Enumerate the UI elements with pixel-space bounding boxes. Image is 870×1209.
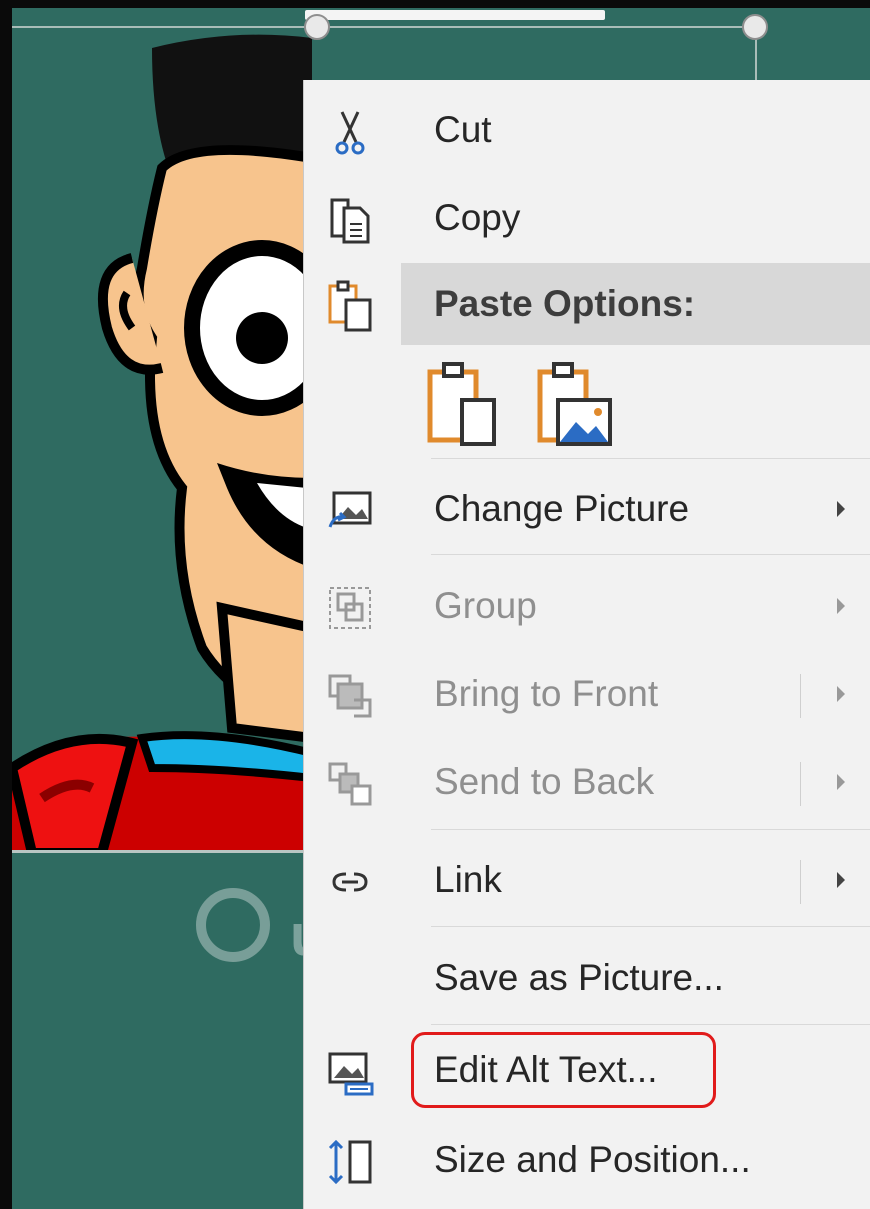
menu-separator <box>431 458 870 459</box>
split-divider <box>800 860 801 904</box>
screen: uantrimang Cut Copy Paste Options: <box>0 0 870 1209</box>
menu-item-label: Cut <box>434 109 492 150</box>
alt-text-icon <box>328 1052 374 1096</box>
split-divider <box>800 674 801 718</box>
window-edge-top <box>0 0 870 8</box>
menu-item-change-picture[interactable]: Change Picture <box>304 469 870 549</box>
menu-item-label: Change Picture <box>434 488 690 529</box>
menu-separator <box>431 829 870 830</box>
menu-separator <box>431 1024 870 1025</box>
menu-item-label: Save as Picture... <box>434 957 724 998</box>
selection-border <box>12 26 752 28</box>
menu-separator <box>431 926 870 927</box>
paste-options-header: Paste Options: <box>401 263 870 345</box>
menu-item-label: Bring to Front <box>434 673 659 714</box>
selection-border-bottom <box>12 850 312 853</box>
scissors-icon <box>335 111 365 155</box>
menu-item-size-and-position[interactable]: Size and Position... <box>304 1120 870 1200</box>
paste-options-label: Paste Options: <box>434 283 696 324</box>
menu-item-group[interactable]: Group <box>304 566 870 646</box>
submenu-arrow-icon <box>837 598 845 614</box>
menu-item-copy[interactable]: Copy <box>304 178 870 258</box>
menu-item-label: Size and Position... <box>434 1139 751 1180</box>
scrollbar[interactable] <box>305 10 605 20</box>
submenu-arrow-icon <box>837 872 845 888</box>
menu-item-send-to-back[interactable]: Send to Back <box>304 742 870 822</box>
menu-item-bring-to-front[interactable]: Bring to Front <box>304 654 870 734</box>
rotation-handle[interactable] <box>742 14 768 40</box>
menu-item-cut[interactable]: Cut <box>304 90 870 170</box>
split-divider <box>800 762 801 806</box>
paste-picture-icon[interactable] <box>536 360 616 446</box>
menu-item-label: Send to Back <box>434 761 655 802</box>
context-menu: Cut Copy Paste Options: Change Picture G… <box>303 80 870 1209</box>
bring-to-front-icon <box>328 674 372 718</box>
menu-item-label: Copy <box>434 197 521 238</box>
link-icon <box>332 872 368 892</box>
watermark-logo-icon <box>196 888 270 962</box>
menu-item-label: Group <box>434 585 537 626</box>
cartoon-picture[interactable] <box>12 8 312 853</box>
send-to-back-icon <box>328 762 372 806</box>
menu-item-save-as-picture[interactable]: Save as Picture... <box>304 938 870 1018</box>
paste-keep-source-icon[interactable] <box>426 360 498 446</box>
menu-separator <box>431 554 870 555</box>
copy-icon <box>330 198 370 244</box>
group-icon <box>329 587 371 629</box>
submenu-arrow-icon <box>837 774 845 790</box>
menu-item-link[interactable]: Link <box>304 840 870 920</box>
menu-item-label: Link <box>434 859 502 900</box>
submenu-arrow-icon <box>837 686 845 702</box>
size-position-icon <box>328 1139 372 1185</box>
window-edge-left <box>0 0 12 1209</box>
change-picture-icon <box>328 491 372 528</box>
resize-handle-top[interactable] <box>304 14 330 40</box>
submenu-arrow-icon <box>837 501 845 517</box>
paste-icon <box>328 280 372 332</box>
annotation-highlight-box <box>411 1032 716 1108</box>
